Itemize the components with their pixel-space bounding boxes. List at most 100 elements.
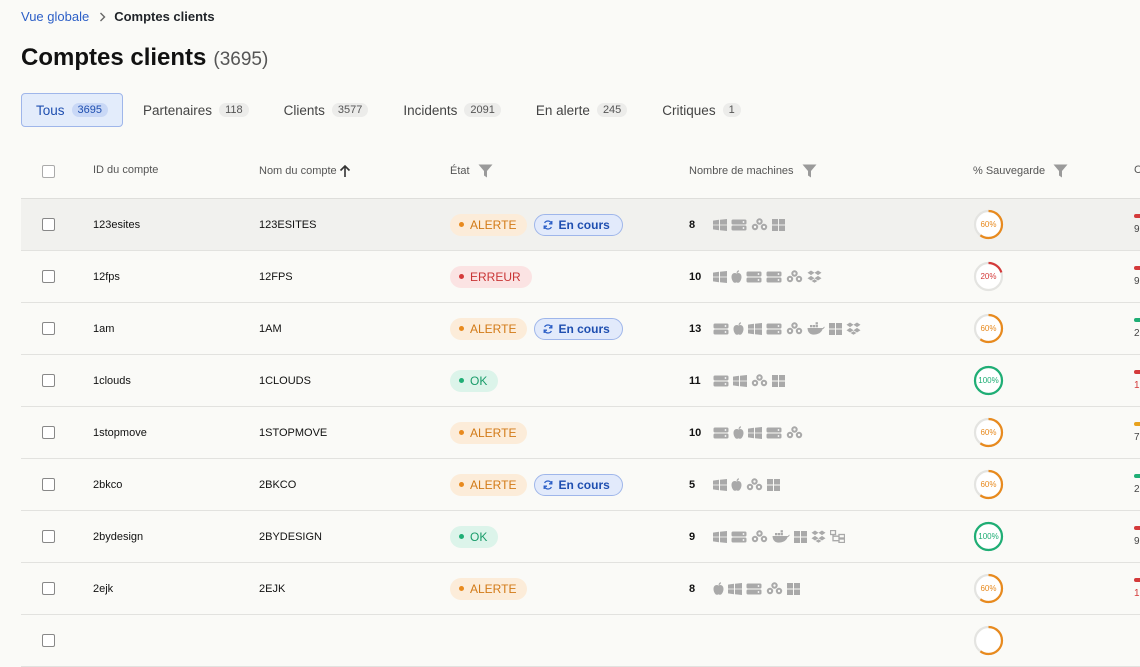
account-id[interactable]: 1clouds <box>93 355 131 406</box>
machine-type-icons <box>713 322 865 335</box>
tab-incidents[interactable]: Incidents 2091 <box>388 93 516 127</box>
server-icon <box>713 375 729 387</box>
tab-label: En alerte <box>535 102 590 118</box>
backup-cell: 20% <box>973 251 1004 302</box>
row-checkbox[interactable] <box>42 478 55 491</box>
status-label: ERREUR <box>470 269 521 284</box>
backup-cell: 60% <box>973 459 1004 510</box>
apple-icon <box>733 322 744 335</box>
account-name[interactable]: 2EJK <box>259 563 285 614</box>
table-row[interactable]: 1stopmove 1STOPMOVE ALERTE 10 60% 7 <box>21 407 1140 459</box>
filter-icon[interactable] <box>478 164 493 178</box>
column-header-id[interactable]: ID du compte <box>93 164 158 176</box>
last-column-cell: 9 <box>1134 199 1140 250</box>
column-header-label: C <box>1134 164 1140 176</box>
account-id[interactable]: 1am <box>93 303 114 354</box>
sort-ascending-icon[interactable] <box>339 164 351 178</box>
cluster-icon <box>751 530 768 543</box>
account-name[interactable]: 2BYDESIGN <box>259 511 322 562</box>
status-indicator-icon <box>1134 578 1140 582</box>
table-row[interactable]: 12fps 12FPS ERREUR 10 20% 9 <box>21 251 1140 303</box>
tab-label: Incidents <box>403 102 458 118</box>
row-checkbox[interactable] <box>42 322 55 335</box>
row-checkbox[interactable] <box>42 634 55 647</box>
backup-cell: 60% <box>973 563 1004 614</box>
table-row[interactable]: 123esites 123ESITES ALERTE En cours 8 60% 9 <box>21 199 1140 251</box>
last-column-value: 2 <box>1134 328 1140 339</box>
account-name[interactable]: 1AM <box>259 303 282 354</box>
tab-all[interactable]: Tous 3695 <box>21 93 124 127</box>
last-column-value: 9 <box>1134 224 1140 235</box>
tab-critical[interactable]: Critiques 1 <box>647 93 755 127</box>
account-id[interactable]: 1stopmove <box>93 407 147 458</box>
cluster-icon <box>786 322 803 335</box>
column-header-backup[interactable]: % Sauvegarde <box>973 164 1068 178</box>
row-checkbox[interactable] <box>42 530 55 543</box>
grid-icon <box>794 530 807 543</box>
account-id[interactable]: 2bydesign <box>93 511 143 562</box>
row-checkbox[interactable] <box>42 218 55 231</box>
row-checkbox-cell <box>42 563 55 614</box>
backup-percent: 60% <box>980 428 997 437</box>
dropbox-icon <box>807 270 822 283</box>
machine-type-icons <box>713 374 789 387</box>
backup-cell: 60% <box>973 303 1004 354</box>
tab-clients[interactable]: Clients 3577 <box>269 93 384 127</box>
row-checkbox[interactable] <box>42 582 55 595</box>
account-id[interactable]: 123esites <box>93 199 140 250</box>
account-id[interactable]: 2ejk <box>93 563 113 614</box>
row-checkbox[interactable] <box>42 374 55 387</box>
column-header-label: État <box>450 165 470 177</box>
table-row[interactable]: 1am 1AM ALERTE En cours 13 60% 2 <box>21 303 1140 355</box>
tab-partners[interactable]: Partenaires 118 <box>128 93 264 127</box>
status-label: OK <box>470 373 488 388</box>
account-id[interactable]: 2bkco <box>93 459 122 510</box>
table-row[interactable]: 2bydesign 2BYDESIGN OK 9 100% 9 <box>21 511 1140 563</box>
in-progress-badge[interactable]: En cours <box>534 473 623 496</box>
account-name[interactable]: 123ESITES <box>259 199 316 250</box>
tab-alert[interactable]: En alerte 245 <box>521 93 642 127</box>
account-name[interactable]: 1CLOUDS <box>259 355 311 406</box>
cluster-icon <box>751 374 768 387</box>
table-row[interactable]: 2bkco 2BKCO ALERTE En cours 5 60% 2 <box>21 459 1140 511</box>
column-header-machines[interactable]: Nombre de machines <box>689 164 817 178</box>
in-progress-badge[interactable]: En cours <box>534 213 623 236</box>
breadcrumb-current: Comptes clients <box>114 9 215 24</box>
filter-icon[interactable] <box>802 164 817 178</box>
table-row[interactable]: 1clouds 1CLOUDS OK 11 100% 1 <box>21 355 1140 407</box>
backup-progress-ring: 60% <box>973 417 1004 448</box>
page-title-count: (3695) <box>213 49 269 70</box>
apple-icon <box>731 270 742 283</box>
backup-progress-ring: 20% <box>973 261 1004 292</box>
row-checkbox-cell <box>42 303 55 354</box>
machines-cell: 13 <box>689 303 865 354</box>
table-row[interactable] <box>21 615 1140 667</box>
table-row[interactable]: 2ejk 2EJK ALERTE 8 60% 1 <box>21 563 1140 615</box>
windows-icon <box>713 270 727 283</box>
filter-icon[interactable] <box>1053 164 1068 178</box>
backup-percent: 60% <box>980 480 997 489</box>
row-checkbox[interactable] <box>42 426 55 439</box>
machines-cell: 8 <box>689 199 789 250</box>
account-name[interactable]: 1STOPMOVE <box>259 407 327 458</box>
backup-percent: 100% <box>978 532 999 541</box>
in-progress-badge[interactable]: En cours <box>534 317 623 340</box>
machines-cell: 11 <box>689 355 789 406</box>
tab-count-badge: 1 <box>722 103 741 117</box>
select-all-checkbox[interactable] <box>42 165 55 178</box>
column-header-last[interactable]: C <box>1134 164 1140 176</box>
column-header-state[interactable]: État <box>450 164 493 178</box>
tab-label: Tous <box>36 102 65 118</box>
account-name[interactable]: 12FPS <box>259 251 293 302</box>
row-checkbox[interactable] <box>42 270 55 283</box>
status-cell: ALERTE En cours <box>450 459 630 510</box>
backup-progress-ring: 60% <box>973 313 1004 344</box>
status-cell: ALERTE En cours <box>450 303 630 354</box>
status-label: ALERTE <box>470 321 517 336</box>
column-header-name[interactable]: Nom du compte <box>259 164 351 178</box>
account-id[interactable]: 12fps <box>93 251 120 302</box>
account-name[interactable]: 2BKCO <box>259 459 296 510</box>
machine-type-icons <box>713 530 849 543</box>
server-icon <box>713 323 729 335</box>
breadcrumb-link-overview[interactable]: Vue globale <box>21 9 89 24</box>
